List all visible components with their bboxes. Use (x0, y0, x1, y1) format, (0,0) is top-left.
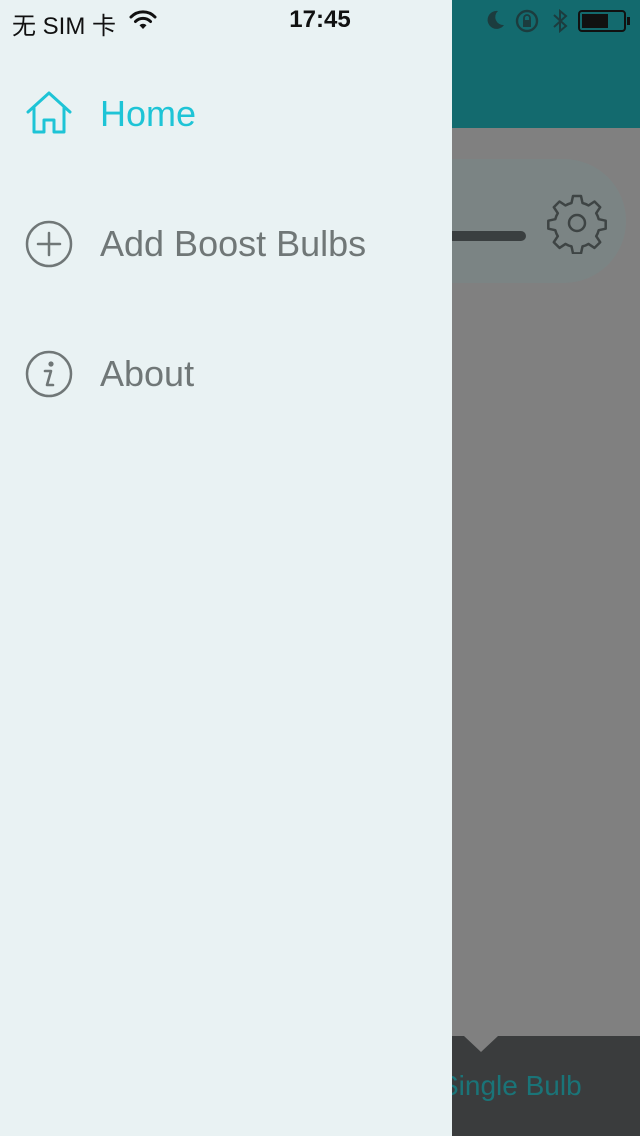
menu-item-label: Home (100, 93, 197, 134)
menu-item-home[interactable]: Home (0, 48, 452, 178)
moon-icon (487, 10, 504, 29)
home-icon (26, 91, 72, 134)
add-circle-icon (25, 220, 73, 268)
status-bar: 无 SIM 卡 17:45 (0, 0, 640, 40)
tab-indicator (464, 1036, 498, 1052)
orientation-lock-icon (515, 9, 539, 33)
bluetooth-icon (553, 8, 568, 34)
battery-icon (578, 10, 630, 32)
tab-single-bulb[interactable]: Single Bulb (440, 1070, 582, 1102)
menu-item-about[interactable]: About (0, 308, 452, 438)
menu-item-label: Add Boost Bulbs (100, 223, 367, 264)
menu-item-label: About (100, 353, 195, 394)
gear-icon[interactable] (546, 192, 608, 254)
menu-item-add-boost-bulbs[interactable]: Add Boost Bulbs (0, 178, 452, 308)
clock: 17:45 (289, 6, 351, 33)
side-drawer: Home Add Boost Bulbs About (0, 0, 452, 1136)
info-icon (25, 350, 73, 398)
